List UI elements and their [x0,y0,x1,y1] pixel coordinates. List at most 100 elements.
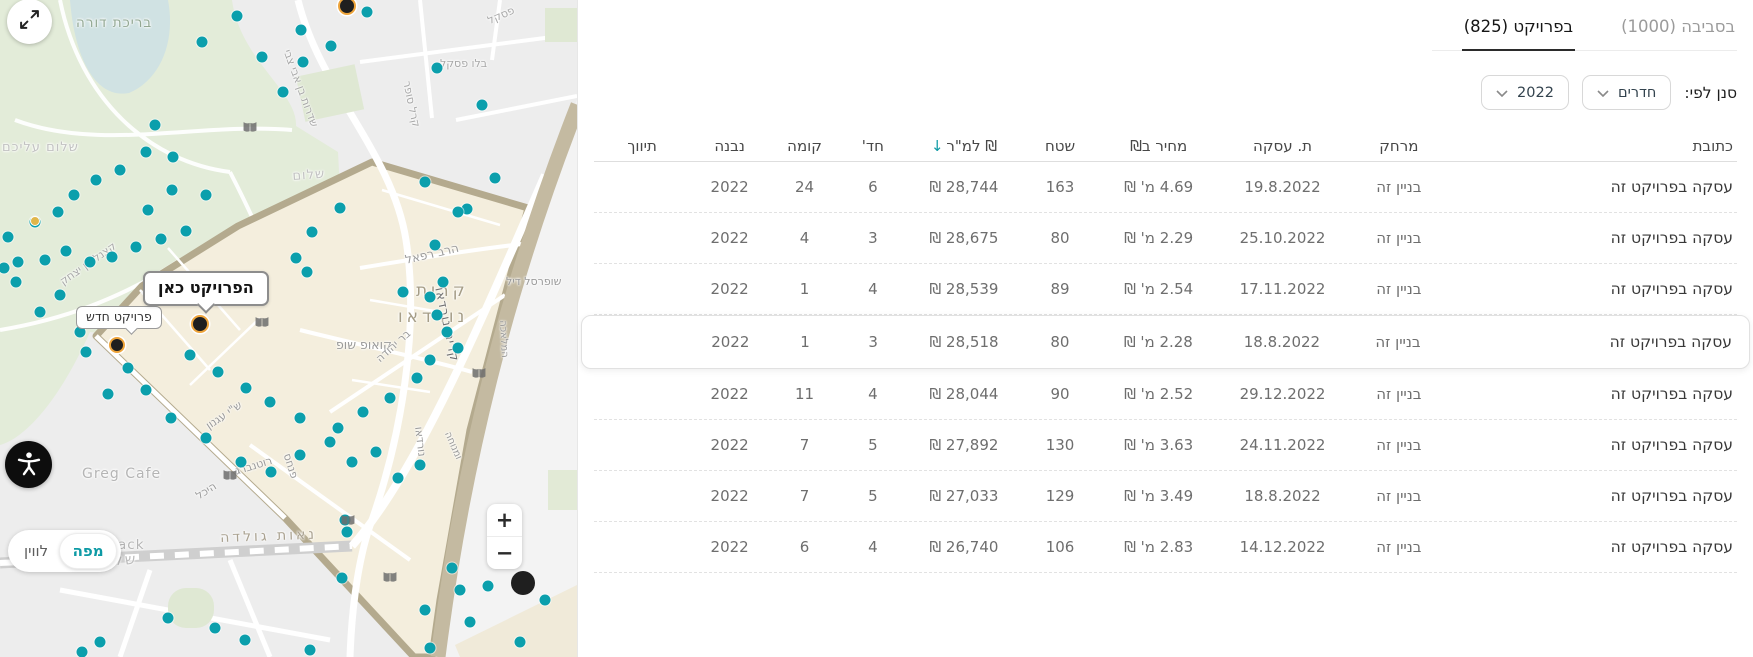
listing-dot[interactable] [201,190,212,201]
listing-dot[interactable] [302,267,313,278]
listing-dot[interactable] [432,63,443,74]
listing-dot[interactable] [265,397,276,408]
listing-dot[interactable] [425,292,436,303]
table-row[interactable]: עסקה בפרויקט זהבניין זה29.12.20222.52 מ'… [594,369,1737,420]
project-tooltip[interactable]: הפרויקט כאן [143,271,269,306]
listing-dot[interactable] [412,373,423,384]
listing-dot[interactable] [442,327,453,338]
listing-dot[interactable] [515,637,526,648]
listing-dot[interactable] [115,165,126,176]
map[interactable]: בריכת דורהשלום עליכםשלום עליכםשלוםשדרות … [0,0,578,657]
expand-map-button[interactable] [7,0,52,44]
listing-dot[interactable] [326,41,337,52]
listing-dot[interactable] [185,350,196,361]
listing-dot[interactable] [325,437,336,448]
listing-dot[interactable] [455,585,466,596]
listing-dot[interactable] [333,423,344,434]
listing-dot[interactable] [40,255,51,266]
tab-around[interactable]: בסביבה (1000) [1619,0,1737,50]
listing-dot[interactable] [295,413,306,424]
accessibility-button[interactable] [5,441,52,488]
listing-dot[interactable] [85,257,96,268]
listing-dot[interactable] [347,457,358,468]
listing-dot[interactable] [415,460,426,471]
listing-dot[interactable] [465,617,476,628]
listing-dot[interactable] [143,205,154,216]
listing-dot[interactable] [107,252,118,263]
table-row[interactable]: עסקה בפרויקט זהבניין זה18.8.20222.28 מ' … [581,315,1750,369]
listing-dot[interactable] [438,277,449,288]
listing-dot[interactable] [181,226,192,237]
table-row[interactable]: עסקה בפרויקט זהבניין זה17.11.20222.54 מ'… [594,264,1737,315]
listing-dot[interactable] [77,647,88,657]
listing-dot[interactable] [123,363,134,374]
listing-dot[interactable] [540,595,551,606]
listing-dot[interactable] [241,383,252,394]
listing-dot[interactable] [298,57,309,68]
project-marker[interactable] [109,337,125,353]
listing-dot[interactable] [232,11,243,22]
listing-dot[interactable] [398,287,409,298]
listing-dot[interactable] [11,277,22,288]
listing-dot[interactable] [371,447,382,458]
satellite-toggle[interactable]: לווין [24,542,48,560]
new-project-tooltip[interactable]: פרויקט חדש [76,306,162,329]
listing-dot[interactable] [385,393,396,404]
listing-dot[interactable] [257,52,268,63]
listing-dot[interactable] [393,473,404,484]
listing-dot[interactable] [430,240,441,251]
listing-dot[interactable] [453,207,464,218]
rooms-filter-dropdown[interactable]: חדרים [1582,75,1671,110]
listing-dot[interactable] [81,347,92,358]
listing-dot[interactable] [69,190,80,201]
listing-dot[interactable] [150,120,161,131]
listing-dot[interactable] [362,7,373,18]
listing-dot[interactable] [35,307,46,318]
listing-dot[interactable] [477,100,488,111]
listing-dot[interactable] [13,257,24,268]
listing-dot[interactable] [53,207,64,218]
listing-dot[interactable] [291,253,302,264]
project-marker[interactable] [191,315,209,333]
map-toggle-selected[interactable]: מפה [60,534,116,568]
listing-dot[interactable] [490,173,501,184]
listing-dot[interactable] [141,385,152,396]
listing-dot[interactable] [305,645,316,656]
listing-dot[interactable] [453,343,464,354]
year-filter-dropdown[interactable]: 2022 [1481,75,1569,110]
listing-dot[interactable] [432,310,443,321]
listing-dot[interactable] [210,623,221,634]
listing-dot[interactable] [131,242,142,253]
table-row[interactable]: עסקה בפרויקט זהבניין זה19.8.20224.69 מ' … [594,162,1737,213]
tab-in-project[interactable]: בפרויקט (825) [1462,0,1575,51]
listing-dot[interactable] [425,643,436,654]
table-row[interactable]: עסקה בפרויקט זהבניין זה25.10.20222.29 מ'… [594,213,1737,264]
listing-dot[interactable] [166,413,177,424]
table-row[interactable]: עסקה בפרויקט זהבניין זה18.8.20223.49 מ' … [594,471,1737,522]
listing-dot[interactable] [61,246,72,257]
listing-dot[interactable] [278,87,289,98]
listing-dot[interactable] [103,389,114,400]
table-row[interactable]: עסקה בפרויקט זהבניין זה14.12.20222.83 מ'… [594,522,1737,573]
listing-dot[interactable] [141,147,152,158]
listing-dot[interactable] [201,433,212,444]
listing-dot[interactable] [55,290,66,301]
listing-dot[interactable] [236,457,247,468]
listing-dot[interactable] [197,37,208,48]
map-layer-toggle[interactable]: לווין מפה [8,530,121,572]
listing-dot[interactable] [168,152,179,163]
table-row[interactable]: עסקה בפרויקט זהבניין זה24.11.20223.63 מ'… [594,420,1737,471]
listing-dot[interactable] [296,25,307,36]
listing-dot[interactable] [167,185,178,196]
listing-dot[interactable] [337,573,348,584]
listing-dot[interactable] [163,613,174,624]
header-price-per-sqm-sort[interactable]: ₪ למ"ר↓ [906,137,1022,155]
listing-dot[interactable] [447,563,458,574]
zoom-in-button[interactable]: + [487,504,522,537]
listing-dot[interactable] [95,637,106,648]
listing-dot[interactable] [240,635,251,646]
listing-dot[interactable] [420,605,431,616]
listing-dot[interactable] [425,355,436,366]
listing-dot[interactable] [266,467,277,478]
project-marker[interactable] [511,571,535,595]
